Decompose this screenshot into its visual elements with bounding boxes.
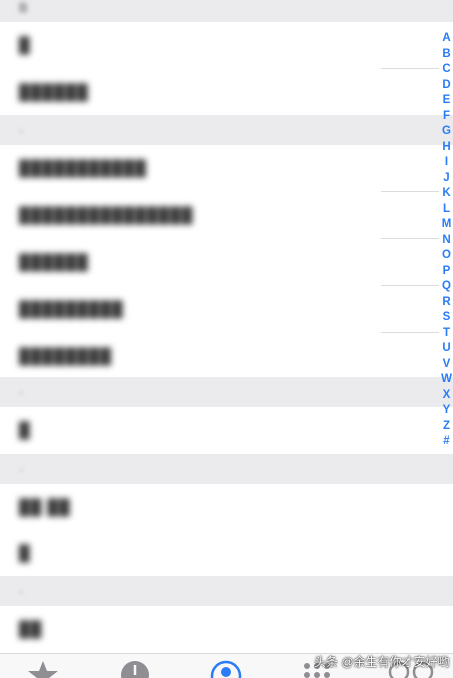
index-letter[interactable]: L [443,202,450,218]
contact-name: ██████ [19,84,89,101]
index-letter[interactable]: M [442,217,452,233]
contact-name: ██ ██ [19,499,71,516]
index-letter[interactable]: C [442,62,450,78]
index-letter[interactable]: W [441,372,452,388]
contact-row[interactable]: ██████ [0,239,453,286]
index-letter[interactable]: T [443,326,450,342]
contact-name: █ [19,545,31,562]
section-header-label: · [19,583,24,599]
contact-name: ███████████████ [19,207,194,224]
index-letter[interactable]: X [443,388,451,404]
index-letter[interactable]: G [442,124,451,140]
section-header: · [0,576,453,606]
contact-row[interactable]: ██ ██ [0,484,453,531]
contact-row[interactable]: ██ [0,606,453,653]
clock-icon[interactable] [120,660,150,678]
contact-name: █ [19,422,31,439]
contact-row[interactable]: ████████ [0,333,453,380]
contact-row[interactable]: █████████ [0,286,453,333]
index-letter[interactable]: P [443,264,451,280]
index-letter[interactable]: V [443,357,451,373]
contact-name: █████████ [19,301,124,318]
section-header: · [0,454,453,484]
section-header-label: · [19,122,24,138]
index-letter[interactable]: D [442,78,450,94]
star-icon[interactable] [27,660,59,678]
contact-row[interactable]: ███████████████ [0,192,453,239]
contact-name: ██████ [19,254,89,271]
contacts-icon[interactable] [210,660,242,678]
section-header: · [0,115,453,145]
index-letter[interactable]: H [442,140,450,156]
index-letter[interactable]: # [443,434,449,450]
index-letter[interactable]: R [442,295,450,311]
index-letter[interactable]: B [442,47,450,63]
contact-row[interactable]: █ [0,407,453,454]
index-letter[interactable]: A [442,31,450,47]
index-letter[interactable]: I [445,155,448,171]
index-letter[interactable]: K [442,186,450,202]
contact-row[interactable]: █ [0,22,453,69]
watermark-text: 头条 @余生有你才安好哟 [314,655,450,669]
index-letter[interactable]: E [443,93,451,109]
index-letter[interactable]: Y [443,403,451,419]
contact-row[interactable]: ███████████ [0,145,453,192]
contact-row[interactable]: █ [0,530,453,577]
contact-name: ████████ [19,348,113,365]
index-letter[interactable]: F [443,109,450,125]
contact-name: █ [19,37,31,54]
section-header: · [0,377,453,407]
contact-row[interactable]: ██████ [0,69,453,116]
index-letter[interactable]: S [443,310,451,326]
section-header: B [0,0,453,22]
index-letter[interactable]: Z [443,419,450,435]
index-letter[interactable]: U [442,341,450,357]
index-letter[interactable]: J [443,171,449,187]
index-letter[interactable]: N [442,233,450,249]
section-header-label: · [19,461,24,477]
contact-name: ██ [19,621,43,638]
contact-name: ███████████ [19,160,147,177]
index-letter[interactable]: O [442,248,451,264]
section-header-label: · [19,384,24,400]
alphabet-index[interactable]: A B C D E F G H I J K L M N O P Q R S T U V W X Y Z # [440,31,453,450]
index-letter[interactable]: Q [442,279,451,295]
section-header-label: B [19,0,28,15]
